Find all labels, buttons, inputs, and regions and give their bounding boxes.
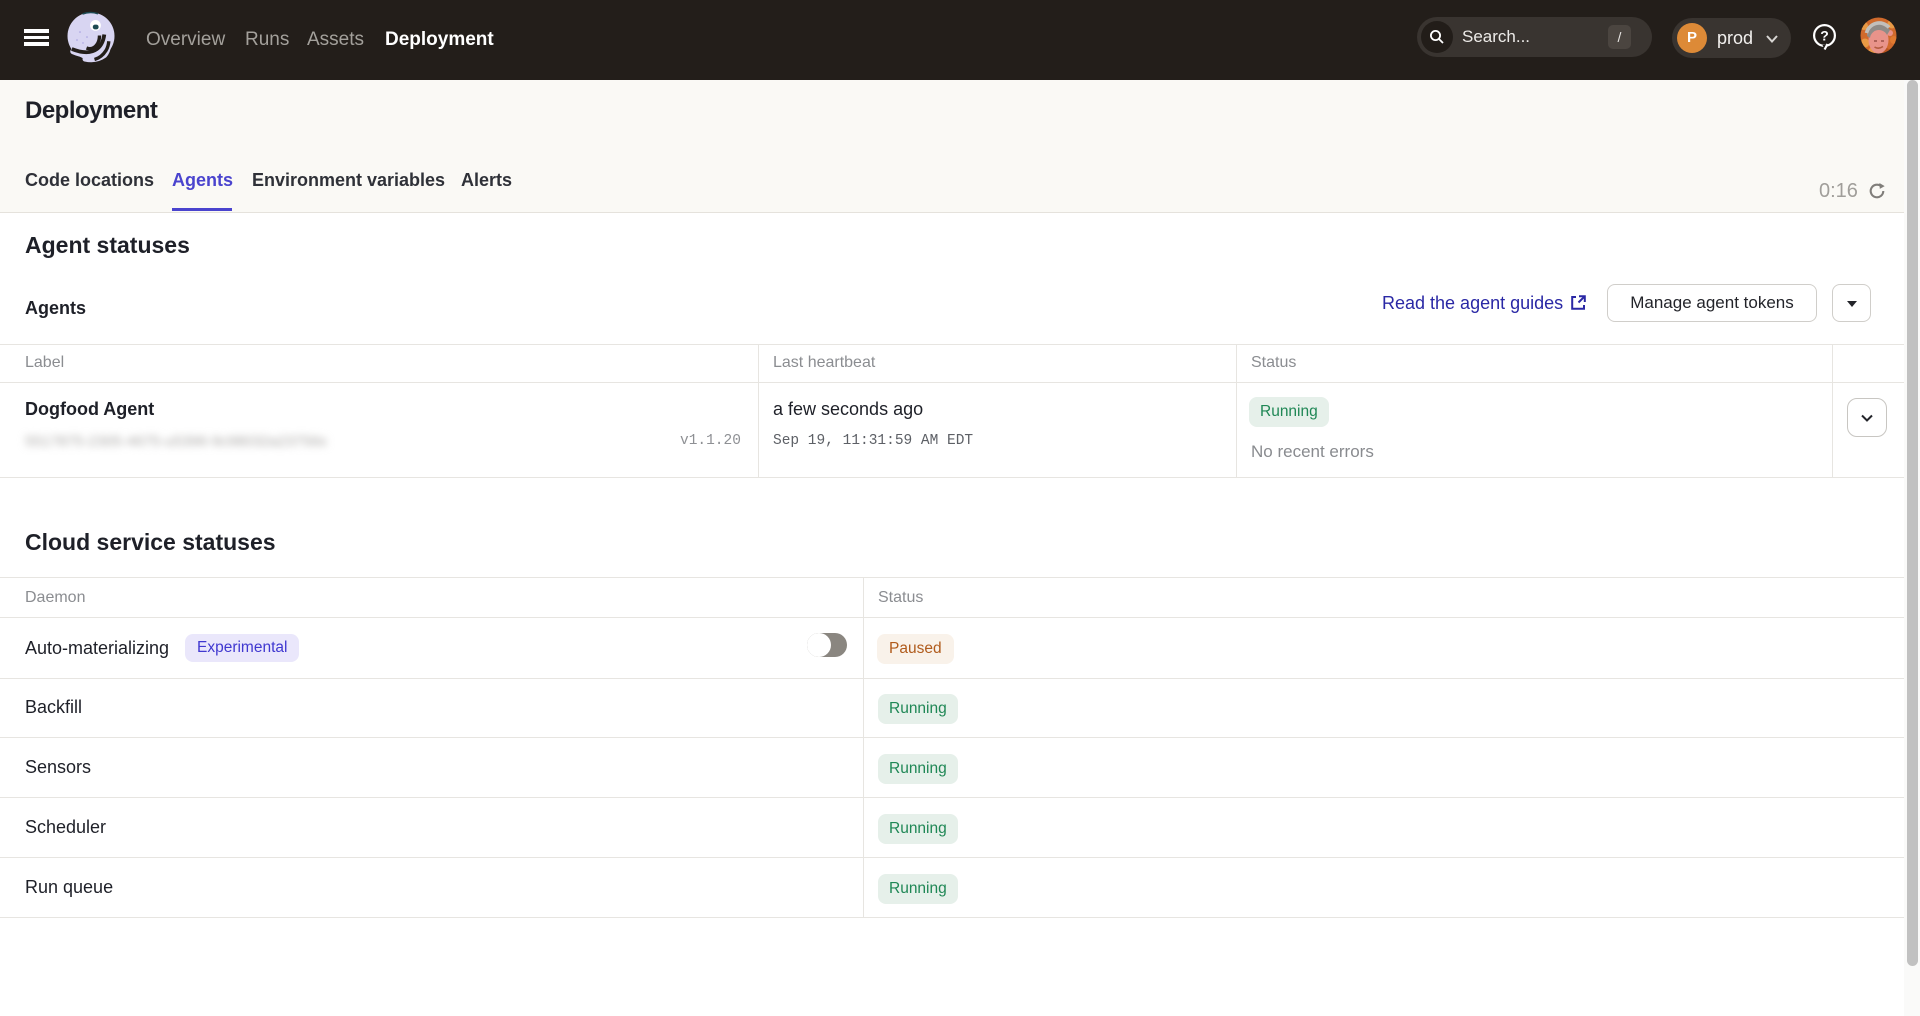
svg-text:?: ? <box>1820 28 1829 44</box>
